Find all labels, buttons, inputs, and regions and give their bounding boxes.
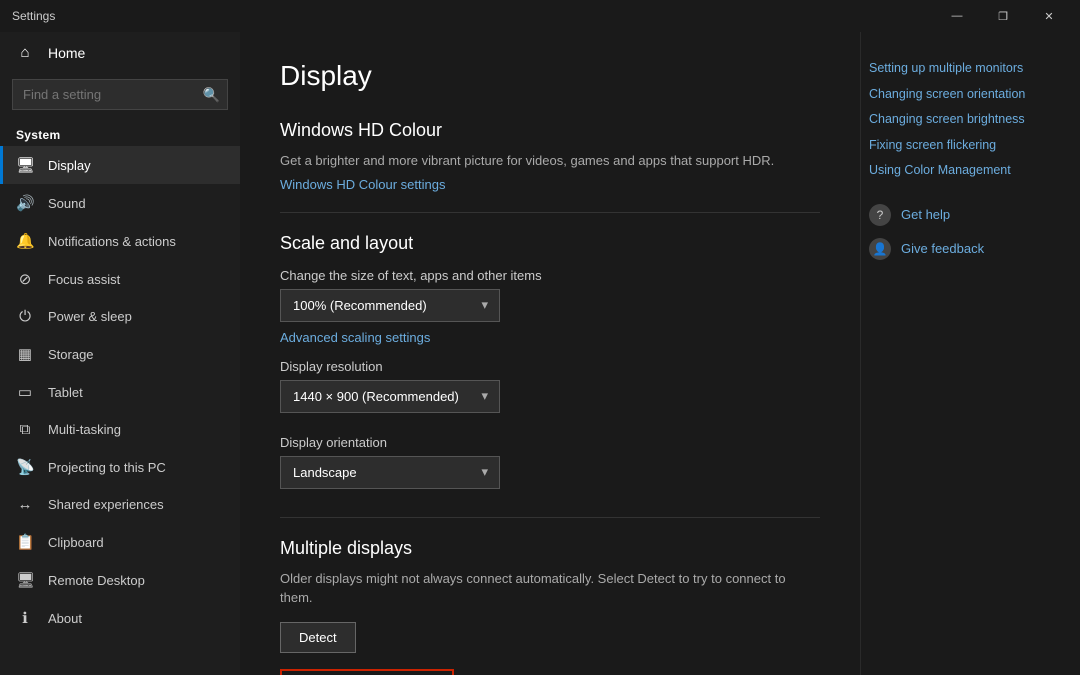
hdr-section-title: Windows HD Colour bbox=[280, 120, 820, 141]
sidebar-item-display-label: Display bbox=[48, 158, 91, 173]
related-link-3[interactable]: Fixing screen flickering bbox=[869, 137, 1064, 155]
detect-button[interactable]: Detect bbox=[280, 622, 356, 653]
sidebar-item-power[interactable]: ⏻ Power & sleep bbox=[0, 298, 240, 335]
home-label: Home bbox=[48, 45, 85, 61]
notifications-icon: 🔔 bbox=[16, 232, 34, 250]
get-help-icon: ? bbox=[869, 204, 891, 226]
sidebar-item-tablet-label: Tablet bbox=[48, 385, 83, 400]
storage-icon: ▦ bbox=[16, 345, 34, 363]
get-help-label: Get help bbox=[901, 207, 950, 222]
search-icon[interactable]: 🔍 bbox=[203, 86, 220, 103]
sidebar-item-focus-label: Focus assist bbox=[48, 272, 120, 287]
title-bar: Settings — ❐ ✕ bbox=[0, 0, 1080, 32]
sidebar-item-focus[interactable]: ⊘ Focus assist bbox=[0, 260, 240, 298]
projecting-icon: 📡 bbox=[16, 458, 34, 476]
system-section-label: System bbox=[0, 120, 240, 146]
multiple-displays-desc: Older displays might not always connect … bbox=[280, 569, 820, 608]
multitasking-icon: ⧉ bbox=[16, 421, 34, 438]
sidebar-item-shared-label: Shared experiences bbox=[48, 497, 164, 512]
scale-section-title: Scale and layout bbox=[280, 233, 820, 254]
page-title: Display bbox=[280, 60, 820, 92]
sidebar-item-shared[interactable]: ↔ Shared experiences bbox=[0, 486, 240, 523]
about-icon: ℹ bbox=[16, 609, 34, 627]
sidebar-item-display[interactable]: 🖥 Display bbox=[0, 146, 240, 184]
main-content: Display Windows HD Colour Get a brighter… bbox=[240, 32, 860, 675]
sidebar-item-remote[interactable]: 🖥 Remote Desktop bbox=[0, 561, 240, 599]
shared-icon: ↔ bbox=[16, 496, 34, 513]
remote-icon: 🖥 bbox=[16, 571, 34, 589]
sidebar-item-clipboard[interactable]: 📋 Clipboard bbox=[0, 523, 240, 561]
restore-button[interactable]: ❐ bbox=[980, 0, 1026, 32]
sound-icon: 🔊 bbox=[16, 194, 34, 212]
sidebar-item-multitasking-label: Multi-tasking bbox=[48, 422, 121, 437]
home-icon: ⌂ bbox=[16, 44, 34, 61]
size-dropdown[interactable]: 100% (Recommended) 125% 150% 175% bbox=[280, 289, 500, 322]
related-link-0[interactable]: Setting up multiple monitors bbox=[869, 60, 1064, 78]
sidebar-item-notifications-label: Notifications & actions bbox=[48, 234, 176, 249]
orientation-dropdown[interactable]: Landscape Portrait Landscape (flipped) P… bbox=[280, 456, 500, 489]
sidebar-item-multitasking[interactable]: ⧉ Multi-tasking bbox=[0, 411, 240, 448]
close-button[interactable]: ✕ bbox=[1026, 0, 1072, 32]
minimize-button[interactable]: — bbox=[934, 0, 980, 32]
sidebar-item-projecting-label: Projecting to this PC bbox=[48, 460, 166, 475]
display-icon: 🖥 bbox=[16, 156, 34, 174]
app-title: Settings bbox=[12, 9, 55, 23]
window-controls: — ❐ ✕ bbox=[934, 0, 1072, 32]
divider-2 bbox=[280, 517, 820, 518]
give-feedback-label: Give feedback bbox=[901, 241, 984, 256]
tablet-icon: ▭ bbox=[16, 383, 34, 401]
resolution-dropdown[interactable]: 1440 × 900 (Recommended) 1280 × 800 1024… bbox=[280, 380, 500, 413]
power-icon: ⏻ bbox=[16, 308, 34, 325]
sidebar-item-sound[interactable]: 🔊 Sound bbox=[0, 184, 240, 222]
divider-1 bbox=[280, 212, 820, 213]
sidebar-item-home[interactable]: ⌂ Home bbox=[0, 32, 240, 73]
get-help-item[interactable]: ? Get help bbox=[869, 204, 1064, 226]
size-label: Change the size of text, apps and other … bbox=[280, 268, 820, 283]
sidebar-item-remote-label: Remote Desktop bbox=[48, 573, 145, 588]
clipboard-icon: 📋 bbox=[16, 533, 34, 551]
focus-icon: ⊘ bbox=[16, 270, 34, 288]
sidebar-item-projecting[interactable]: 📡 Projecting to this PC bbox=[0, 448, 240, 486]
sidebar: ⌂ Home 🔍 System 🖥 Display 🔊 Sound 🔔 Noti… bbox=[0, 32, 240, 675]
hdr-settings-link[interactable]: Windows HD Colour settings bbox=[280, 177, 820, 192]
sidebar-item-notifications[interactable]: 🔔 Notifications & actions bbox=[0, 222, 240, 260]
related-link-1[interactable]: Changing screen orientation bbox=[869, 86, 1064, 104]
help-section: ? Get help 👤 Give feedback bbox=[869, 204, 1064, 260]
sidebar-item-tablet[interactable]: ▭ Tablet bbox=[0, 373, 240, 411]
related-link-4[interactable]: Using Color Management bbox=[869, 162, 1064, 180]
advanced-display-link[interactable]: Advanced display settings bbox=[280, 669, 454, 675]
resolution-dropdown-wrap: 1440 × 900 (Recommended) 1280 × 800 1024… bbox=[280, 380, 500, 413]
related-link-2[interactable]: Changing screen brightness bbox=[869, 111, 1064, 129]
sidebar-item-about[interactable]: ℹ About bbox=[0, 599, 240, 637]
right-panel: Setting up multiple monitors Changing sc… bbox=[860, 32, 1080, 675]
give-feedback-item[interactable]: 👤 Give feedback bbox=[869, 238, 1064, 260]
sidebar-item-storage[interactable]: ▦ Storage bbox=[0, 335, 240, 373]
sidebar-item-sound-label: Sound bbox=[48, 196, 86, 211]
search-box: 🔍 bbox=[12, 79, 228, 110]
multiple-displays-title: Multiple displays bbox=[280, 538, 820, 559]
sidebar-item-about-label: About bbox=[48, 611, 82, 626]
advanced-scaling-link[interactable]: Advanced scaling settings bbox=[280, 330, 820, 345]
feedback-icon: 👤 bbox=[869, 238, 891, 260]
size-dropdown-wrap: 100% (Recommended) 125% 150% 175% bbox=[280, 289, 500, 322]
sidebar-item-power-label: Power & sleep bbox=[48, 309, 132, 324]
resolution-label: Display resolution bbox=[280, 359, 820, 374]
orientation-label: Display orientation bbox=[280, 435, 820, 450]
sidebar-item-clipboard-label: Clipboard bbox=[48, 535, 104, 550]
sidebar-item-storage-label: Storage bbox=[48, 347, 94, 362]
search-input[interactable] bbox=[12, 79, 228, 110]
hdr-description: Get a brighter and more vibrant picture … bbox=[280, 151, 820, 171]
orientation-dropdown-wrap: Landscape Portrait Landscape (flipped) P… bbox=[280, 456, 500, 489]
